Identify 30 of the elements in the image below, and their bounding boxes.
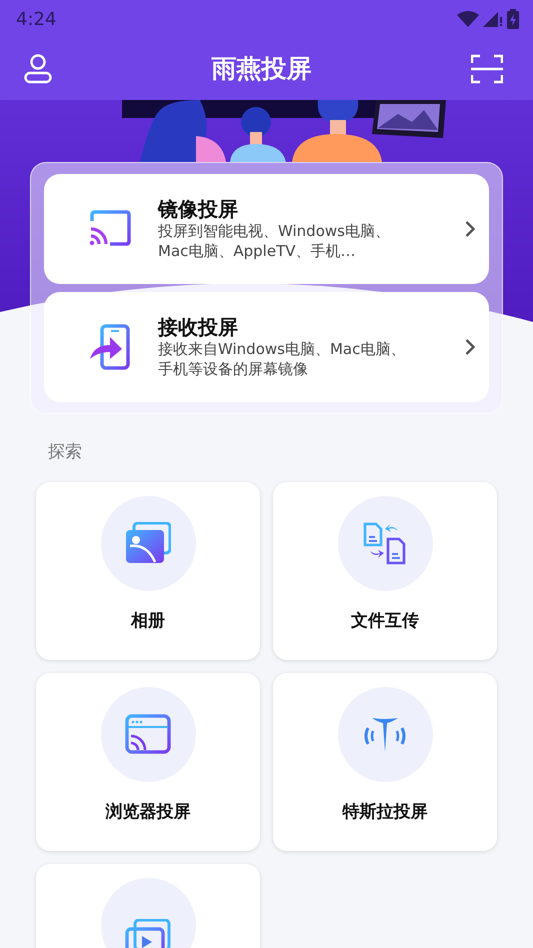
tile-label: 文件互传 — [351, 610, 419, 632]
photos-icon — [125, 522, 171, 564]
tile-label: 浏览器投屏 — [106, 800, 190, 824]
feature-tile[interactable]: 浏览器投屏 — [36, 672, 260, 850]
browser-cast-icon — [125, 714, 171, 754]
cast-option-card[interactable]: 接收投屏 接收来自Windows电脑、Mac电脑、手机等设备的屏幕镜像 — [44, 292, 489, 402]
signal-icon — [483, 11, 503, 27]
section-heading: 探索 — [48, 441, 83, 464]
feature-tile[interactable]: 相册 — [36, 482, 260, 660]
video-cast-icon — [125, 919, 171, 948]
app-title: 雨燕投屏 — [212, 53, 312, 86]
user-icon[interactable] — [24, 54, 52, 84]
tile-label: 相册 — [131, 610, 165, 632]
option-description: 投屏到智能电视、Windows电脑、Mac电脑、AppleTV、手机… — [158, 220, 391, 262]
feature-tile[interactable]: 特斯拉投屏 — [273, 672, 497, 850]
tile-label: 特斯拉投屏 — [342, 800, 428, 824]
option-title: 接收投屏 — [158, 314, 239, 339]
scan-icon[interactable] — [471, 54, 503, 84]
phone-arrow-icon — [88, 323, 132, 371]
cast-option-card[interactable]: 镜像投屏 投屏到智能电视、Windows电脑、Mac电脑、AppleTV、手机… — [44, 174, 489, 284]
feature-tile[interactable]: 文件互传 — [273, 482, 497, 660]
wifi-icon — [457, 11, 479, 27]
cast-icon — [88, 209, 132, 249]
battery-icon — [507, 9, 519, 29]
chevron-right-icon — [465, 338, 475, 356]
status-time: 4:24 — [16, 8, 56, 32]
chevron-right-icon — [465, 220, 475, 238]
file-transfer-icon — [362, 521, 408, 565]
option-description: 接收来自Windows电脑、Mac电脑、手机等设备的屏幕镜像 — [158, 338, 406, 380]
option-title: 镜像投屏 — [158, 196, 239, 221]
